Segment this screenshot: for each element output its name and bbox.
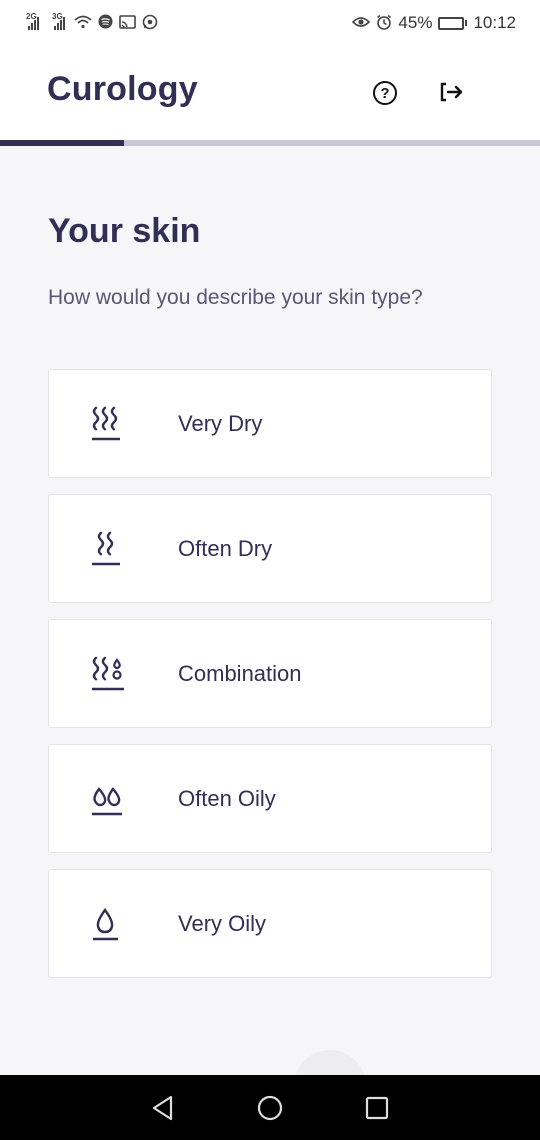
skin-type-options: Very Dry Often Dry Combination Often Oil… (48, 369, 492, 994)
navigation-bar (0, 1075, 540, 1140)
two-drops-icon (91, 781, 163, 817)
status-left: 2G 3G (26, 12, 158, 33)
whatsapp-icon (142, 14, 158, 33)
option-very-oily[interactable]: Very Oily (48, 869, 492, 978)
home-circle-icon[interactable] (250, 1088, 290, 1128)
alarm-icon (376, 14, 392, 33)
battery-percent: 45% (398, 13, 433, 32)
option-often-dry[interactable]: Often Dry (48, 494, 492, 603)
option-label: Very Dry (178, 410, 263, 436)
question-text: How would you describe your skin type? (48, 286, 423, 309)
option-often-oily[interactable]: Often Oily (48, 744, 492, 853)
steam-drops-icon (91, 656, 163, 692)
clock: 10:12 (473, 13, 516, 32)
recents-square-icon[interactable] (357, 1088, 397, 1128)
back-triangle-icon[interactable] (143, 1088, 183, 1128)
status-right: 45% 10:12 (352, 13, 516, 33)
page-title: Your skin (48, 212, 201, 250)
signal-icon: 2G (26, 12, 42, 30)
curology-logo[interactable]: Curology (47, 70, 198, 109)
progress-bar (0, 140, 540, 146)
option-very-dry[interactable]: Very Dry (48, 369, 492, 478)
option-combination[interactable]: Combination (48, 619, 492, 728)
option-label: Combination (178, 660, 302, 686)
spotify-icon (98, 14, 113, 32)
status-bar: 2G 3G 45% 10:12 (0, 0, 540, 46)
network-type-1: 2G (26, 12, 37, 21)
wifi-icon (74, 15, 92, 32)
steam-three-icon (91, 406, 163, 442)
question-circle-icon[interactable]: ? (373, 81, 397, 105)
network-type-2: 3G (52, 12, 63, 21)
option-label: Very Oily (178, 910, 267, 936)
cast-icon (119, 14, 136, 32)
steam-two-icon (91, 531, 163, 567)
eye-icon (352, 15, 371, 32)
app-header: Curology ? (0, 46, 540, 140)
option-label: Often Dry (178, 535, 273, 561)
option-label: Often Oily (178, 785, 276, 811)
drop-icon (91, 906, 163, 942)
battery-icon (438, 16, 468, 30)
progress-fill (0, 140, 125, 146)
signal-icon-2: 3G (52, 12, 68, 30)
logout-arrow-icon[interactable] (437, 77, 467, 107)
